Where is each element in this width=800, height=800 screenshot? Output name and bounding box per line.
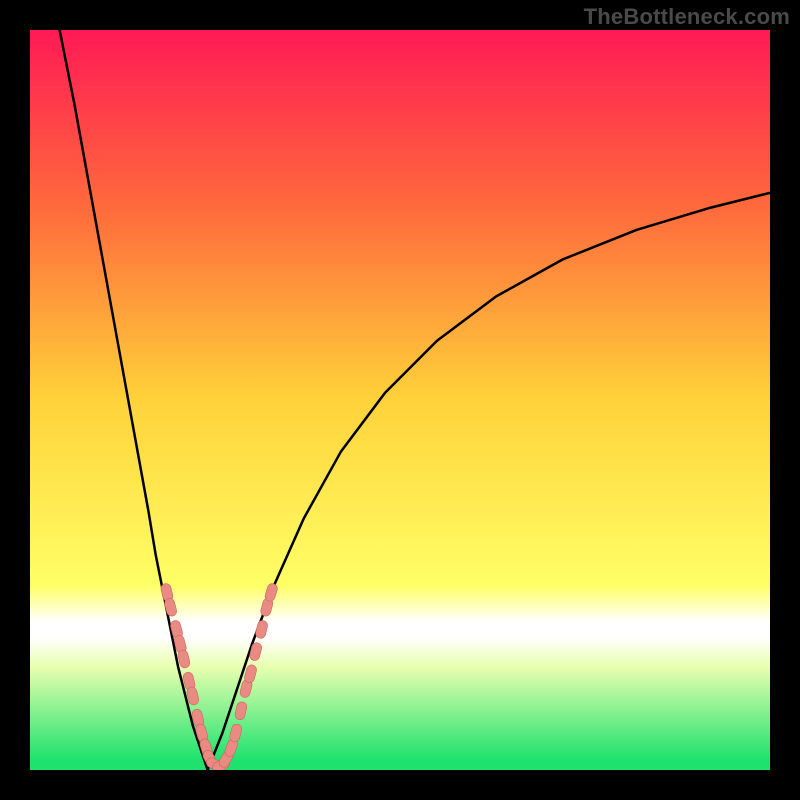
watermark-text: TheBottleneck.com [584,4,790,30]
chart-frame: TheBottleneck.com [0,0,800,800]
bottleneck-chart [30,30,770,770]
plot-area [30,30,770,770]
